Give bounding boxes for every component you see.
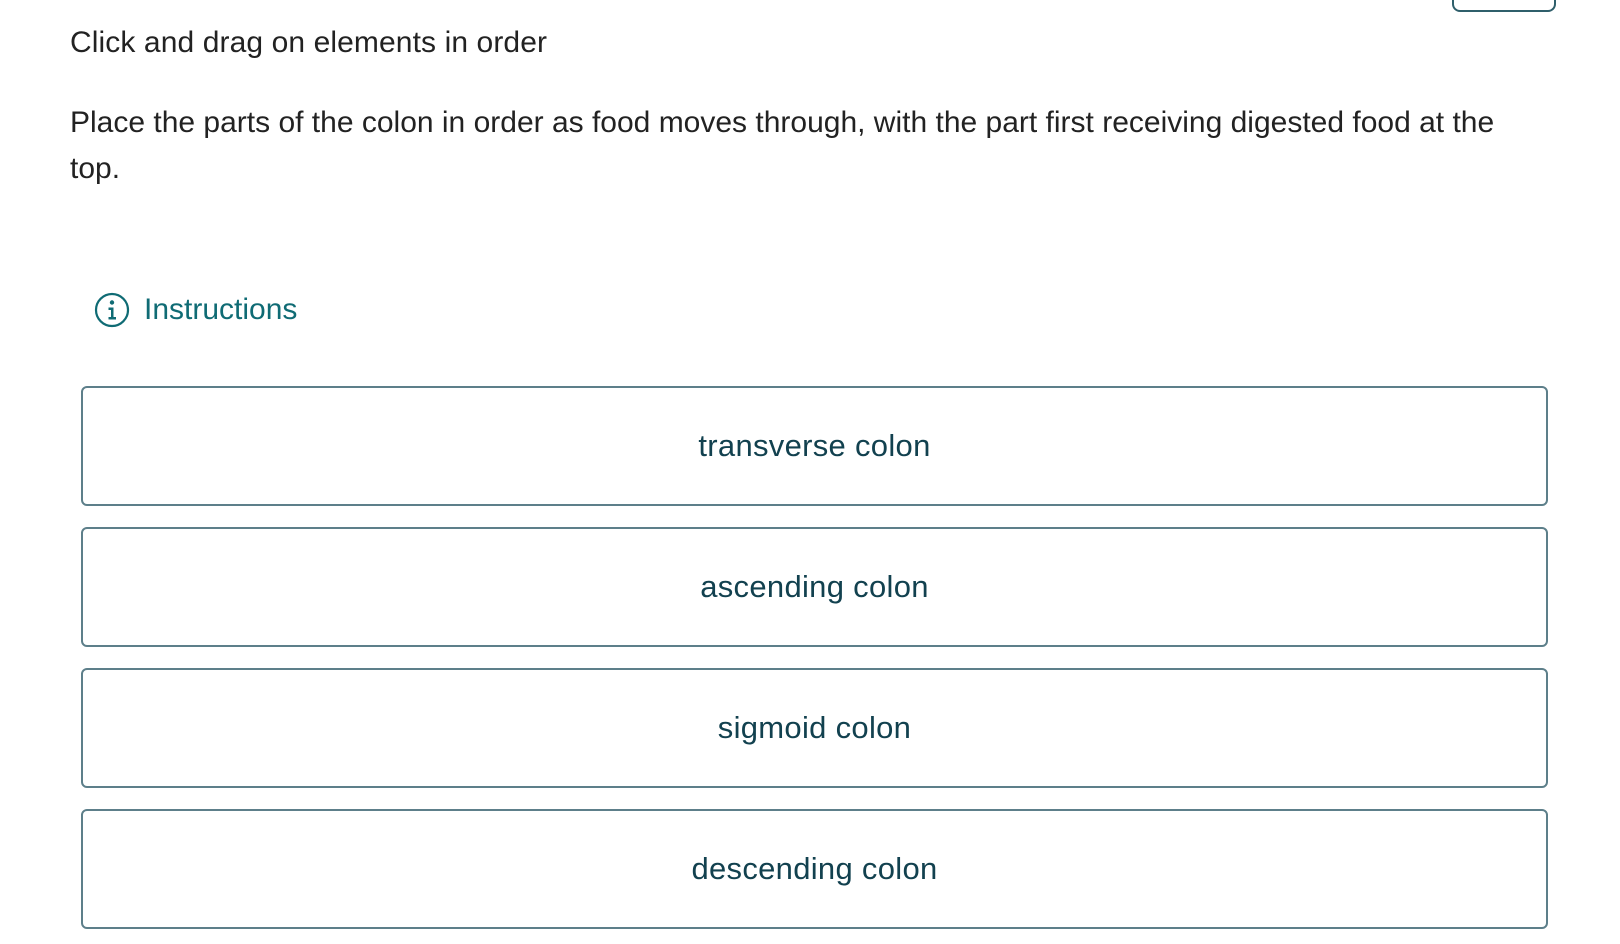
sortable-list: transverse colon ascending colon sigmoid…: [81, 386, 1548, 944]
item-label: descending colon: [691, 851, 938, 886]
instructions-label: Instructions: [144, 293, 298, 326]
item-label: ascending colon: [700, 569, 929, 604]
info-icon: [94, 292, 130, 328]
instructions-link[interactable]: Instructions: [94, 292, 297, 328]
page: Click and drag on elements in order Plac…: [0, 0, 1620, 944]
draggable-item-sigmoid-colon[interactable]: sigmoid colon: [81, 668, 1548, 788]
item-label: transverse colon: [698, 428, 931, 463]
item-label: sigmoid colon: [717, 710, 912, 745]
top-tab-button[interactable]: [1452, 0, 1556, 12]
draggable-item-descending-colon[interactable]: descending colon: [81, 809, 1548, 929]
question-text: Place the parts of the colon in order as…: [70, 106, 1495, 185]
prompt-type-label: Click and drag on elements in order: [70, 26, 548, 59]
draggable-item-transverse-colon[interactable]: transverse colon: [81, 386, 1548, 506]
draggable-item-ascending-colon[interactable]: ascending colon: [81, 527, 1548, 647]
